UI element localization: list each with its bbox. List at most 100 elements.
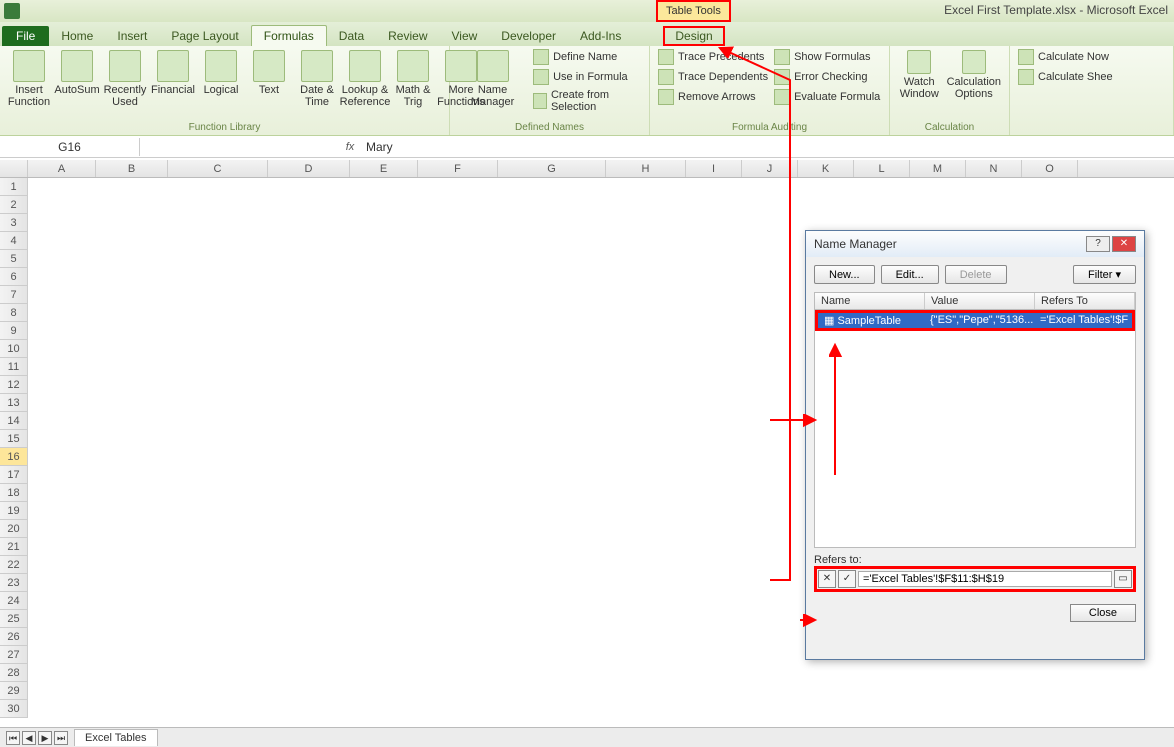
evaluate-formula-button[interactable]: Evaluate Formula [772,88,882,106]
row-header[interactable]: 13 [0,394,28,412]
tab-developer[interactable]: Developer [489,26,568,46]
delete-button[interactable]: Delete [945,265,1007,284]
row-header[interactable]: 15 [0,430,28,448]
tab-home[interactable]: Home [49,26,105,46]
row-header[interactable]: 5 [0,250,28,268]
row-header[interactable]: 8 [0,304,28,322]
tab-page-layout[interactable]: Page Layout [159,26,250,46]
col-header[interactable]: A [28,160,96,177]
create-from-selection-button[interactable]: Create from Selection [531,88,643,114]
row-header[interactable]: 21 [0,538,28,556]
date-time-button[interactable]: Date & Time [294,48,340,110]
recently-used-button[interactable]: Recently Used [102,48,148,110]
calc-options-button[interactable]: Calculation Options [945,48,1003,102]
row-header[interactable]: 24 [0,592,28,610]
row-header[interactable]: 20 [0,520,28,538]
name-list[interactable]: ▦ SampleTable {"ES","Pepe","5136... ='Ex… [814,310,1136,548]
col-header[interactable]: F [418,160,498,177]
row-header[interactable]: 10 [0,340,28,358]
name-manager-button[interactable]: Name Manager [456,48,529,110]
cancel-refers-button[interactable]: ✕ [818,570,836,588]
sheet-tab-excel-tables[interactable]: Excel Tables [74,729,158,746]
lookup-button[interactable]: Lookup & Reference [342,48,388,110]
error-checking-button[interactable]: Error Checking [772,68,882,86]
name-box[interactable]: G16 [0,138,140,156]
close-icon[interactable]: ✕ [1112,236,1136,252]
col-header[interactable]: C [168,160,268,177]
row-header[interactable]: 26 [0,628,28,646]
remove-arrows-button[interactable]: Remove Arrows [656,88,770,106]
row-header[interactable]: 19 [0,502,28,520]
row-header[interactable]: 2 [0,196,28,214]
row-header[interactable]: 30 [0,700,28,718]
tab-design[interactable]: Design [663,26,724,46]
trace-precedents-button[interactable]: Trace Precedents [656,48,770,66]
trace-dependents-button[interactable]: Trace Dependents [656,68,770,86]
accept-refers-button[interactable]: ✓ [838,570,856,588]
new-button[interactable]: New... [814,265,875,284]
row-header[interactable]: 3 [0,214,28,232]
range-picker-icon[interactable]: ▭ [1114,570,1132,588]
show-formulas-button[interactable]: Show Formulas [772,48,882,66]
last-sheet-button[interactable]: ⏭ [54,731,68,745]
watch-window-button[interactable]: Watch Window [896,48,943,102]
row-header[interactable]: 28 [0,664,28,682]
col-header[interactable]: O [1022,160,1078,177]
col-header[interactable]: G [498,160,606,177]
define-name-button[interactable]: Define Name [531,48,643,66]
row-header[interactable]: 17 [0,466,28,484]
calculate-sheet-button[interactable]: Calculate Shee [1016,68,1167,86]
row-header[interactable]: 16 [0,448,28,466]
text-button[interactable]: Text [246,48,292,98]
math-button[interactable]: Math & Trig [390,48,436,110]
row-header[interactable]: 7 [0,286,28,304]
col-name[interactable]: Name [815,293,925,309]
col-value[interactable]: Value [925,293,1035,309]
row-header[interactable]: 27 [0,646,28,664]
autosum-button[interactable]: AutoSum [54,48,100,98]
name-row-sampletable[interactable]: ▦ SampleTable {"ES","Pepe","5136... ='Ex… [815,310,1135,331]
use-in-formula-button[interactable]: Use in Formula [531,68,643,86]
fx-icon[interactable]: fx [340,141,360,153]
row-header[interactable]: 14 [0,412,28,430]
calculate-now-button[interactable]: Calculate Now [1016,48,1167,66]
tab-file[interactable]: File [2,26,49,46]
insert-function-button[interactable]: Insert Function [6,48,52,110]
col-header[interactable]: K [798,160,854,177]
tab-addins[interactable]: Add-Ins [568,26,633,46]
context-tab-table-tools[interactable]: Table Tools [656,0,731,22]
col-refers[interactable]: Refers To [1035,293,1135,309]
logical-button[interactable]: Logical [198,48,244,98]
edit-button[interactable]: Edit... [881,265,939,284]
dialog-titlebar[interactable]: Name Manager ? ✕ [806,231,1144,257]
row-header[interactable]: 4 [0,232,28,250]
tab-data[interactable]: Data [327,26,376,46]
col-header[interactable]: D [268,160,350,177]
filter-button[interactable]: Filter ▾ [1073,265,1136,284]
row-header[interactable]: 11 [0,358,28,376]
row-header[interactable]: 12 [0,376,28,394]
next-sheet-button[interactable]: ▶ [38,731,52,745]
tab-insert[interactable]: Insert [105,26,159,46]
row-header[interactable]: 18 [0,484,28,502]
formula-input[interactable]: Mary [360,138,1174,156]
prev-sheet-button[interactable]: ◀ [22,731,36,745]
col-header[interactable]: J [742,160,798,177]
row-header[interactable]: 23 [0,574,28,592]
close-button[interactable]: Close [1070,604,1136,622]
row-header[interactable]: 29 [0,682,28,700]
tab-review[interactable]: Review [376,26,439,46]
financial-button[interactable]: Financial [150,48,196,98]
col-header[interactable]: L [854,160,910,177]
row-header[interactable]: 25 [0,610,28,628]
row-header[interactable]: 1 [0,178,28,196]
tab-formulas[interactable]: Formulas [251,25,327,46]
tab-view[interactable]: View [440,26,490,46]
col-header[interactable]: H [606,160,686,177]
col-header[interactable]: B [96,160,168,177]
help-button[interactable]: ? [1086,236,1110,252]
first-sheet-button[interactable]: ⏮ [6,731,20,745]
col-header[interactable]: E [350,160,418,177]
row-header[interactable]: 6 [0,268,28,286]
row-header[interactable]: 9 [0,322,28,340]
